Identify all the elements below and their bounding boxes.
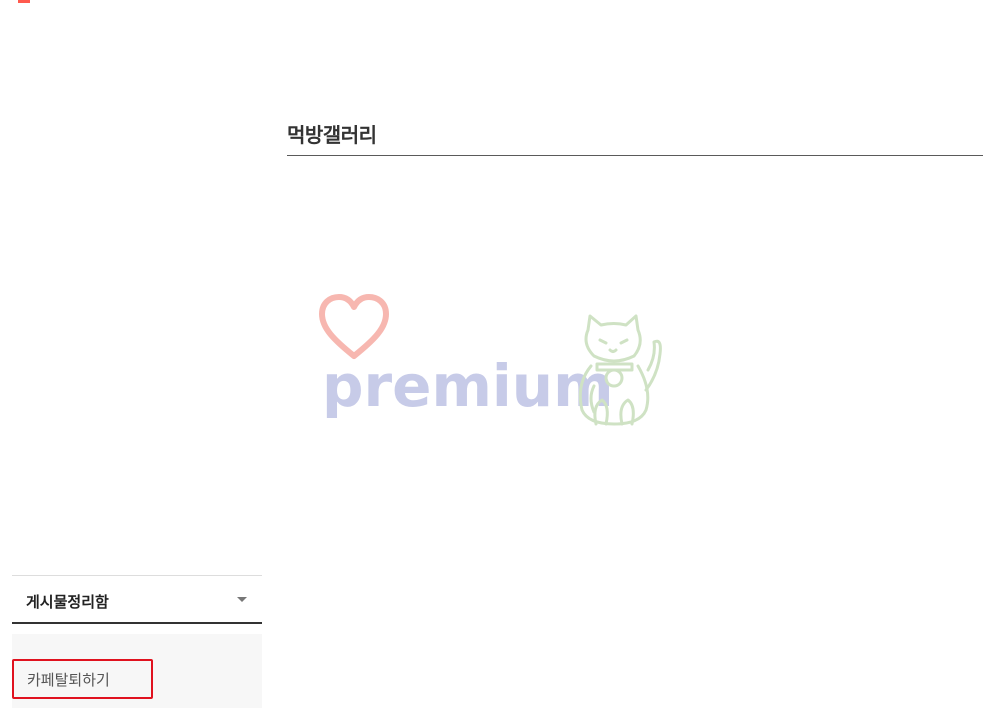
premium-banner: premium [318,294,663,430]
cafe-page: 먹방갤러리 premium 게시물정리함 카페탈퇴하기 [0,0,983,708]
heart-icon [319,294,389,359]
top-clipped-text [14,0,224,3]
caret-down-icon[interactable] [237,597,247,602]
board-title[interactable]: 먹방갤러리 [287,119,377,148]
edge-clipped-glyph [977,22,983,38]
board-folder-label: 게시물정리함 [26,593,109,611]
board-header: 먹방갤러리 [287,112,983,156]
premium-graphic: premium [319,294,662,426]
board-folder-menu[interactable]: 게시물정리함 [12,575,262,624]
leave-cafe-button[interactable]: 카페탈퇴하기 [12,659,153,699]
leave-cafe-label: 카페탈퇴하기 [27,671,110,689]
premium-wordmark: premium [322,352,614,420]
new-badge [18,0,30,3]
sidebar-footer: 카페탈퇴하기 [12,634,262,708]
